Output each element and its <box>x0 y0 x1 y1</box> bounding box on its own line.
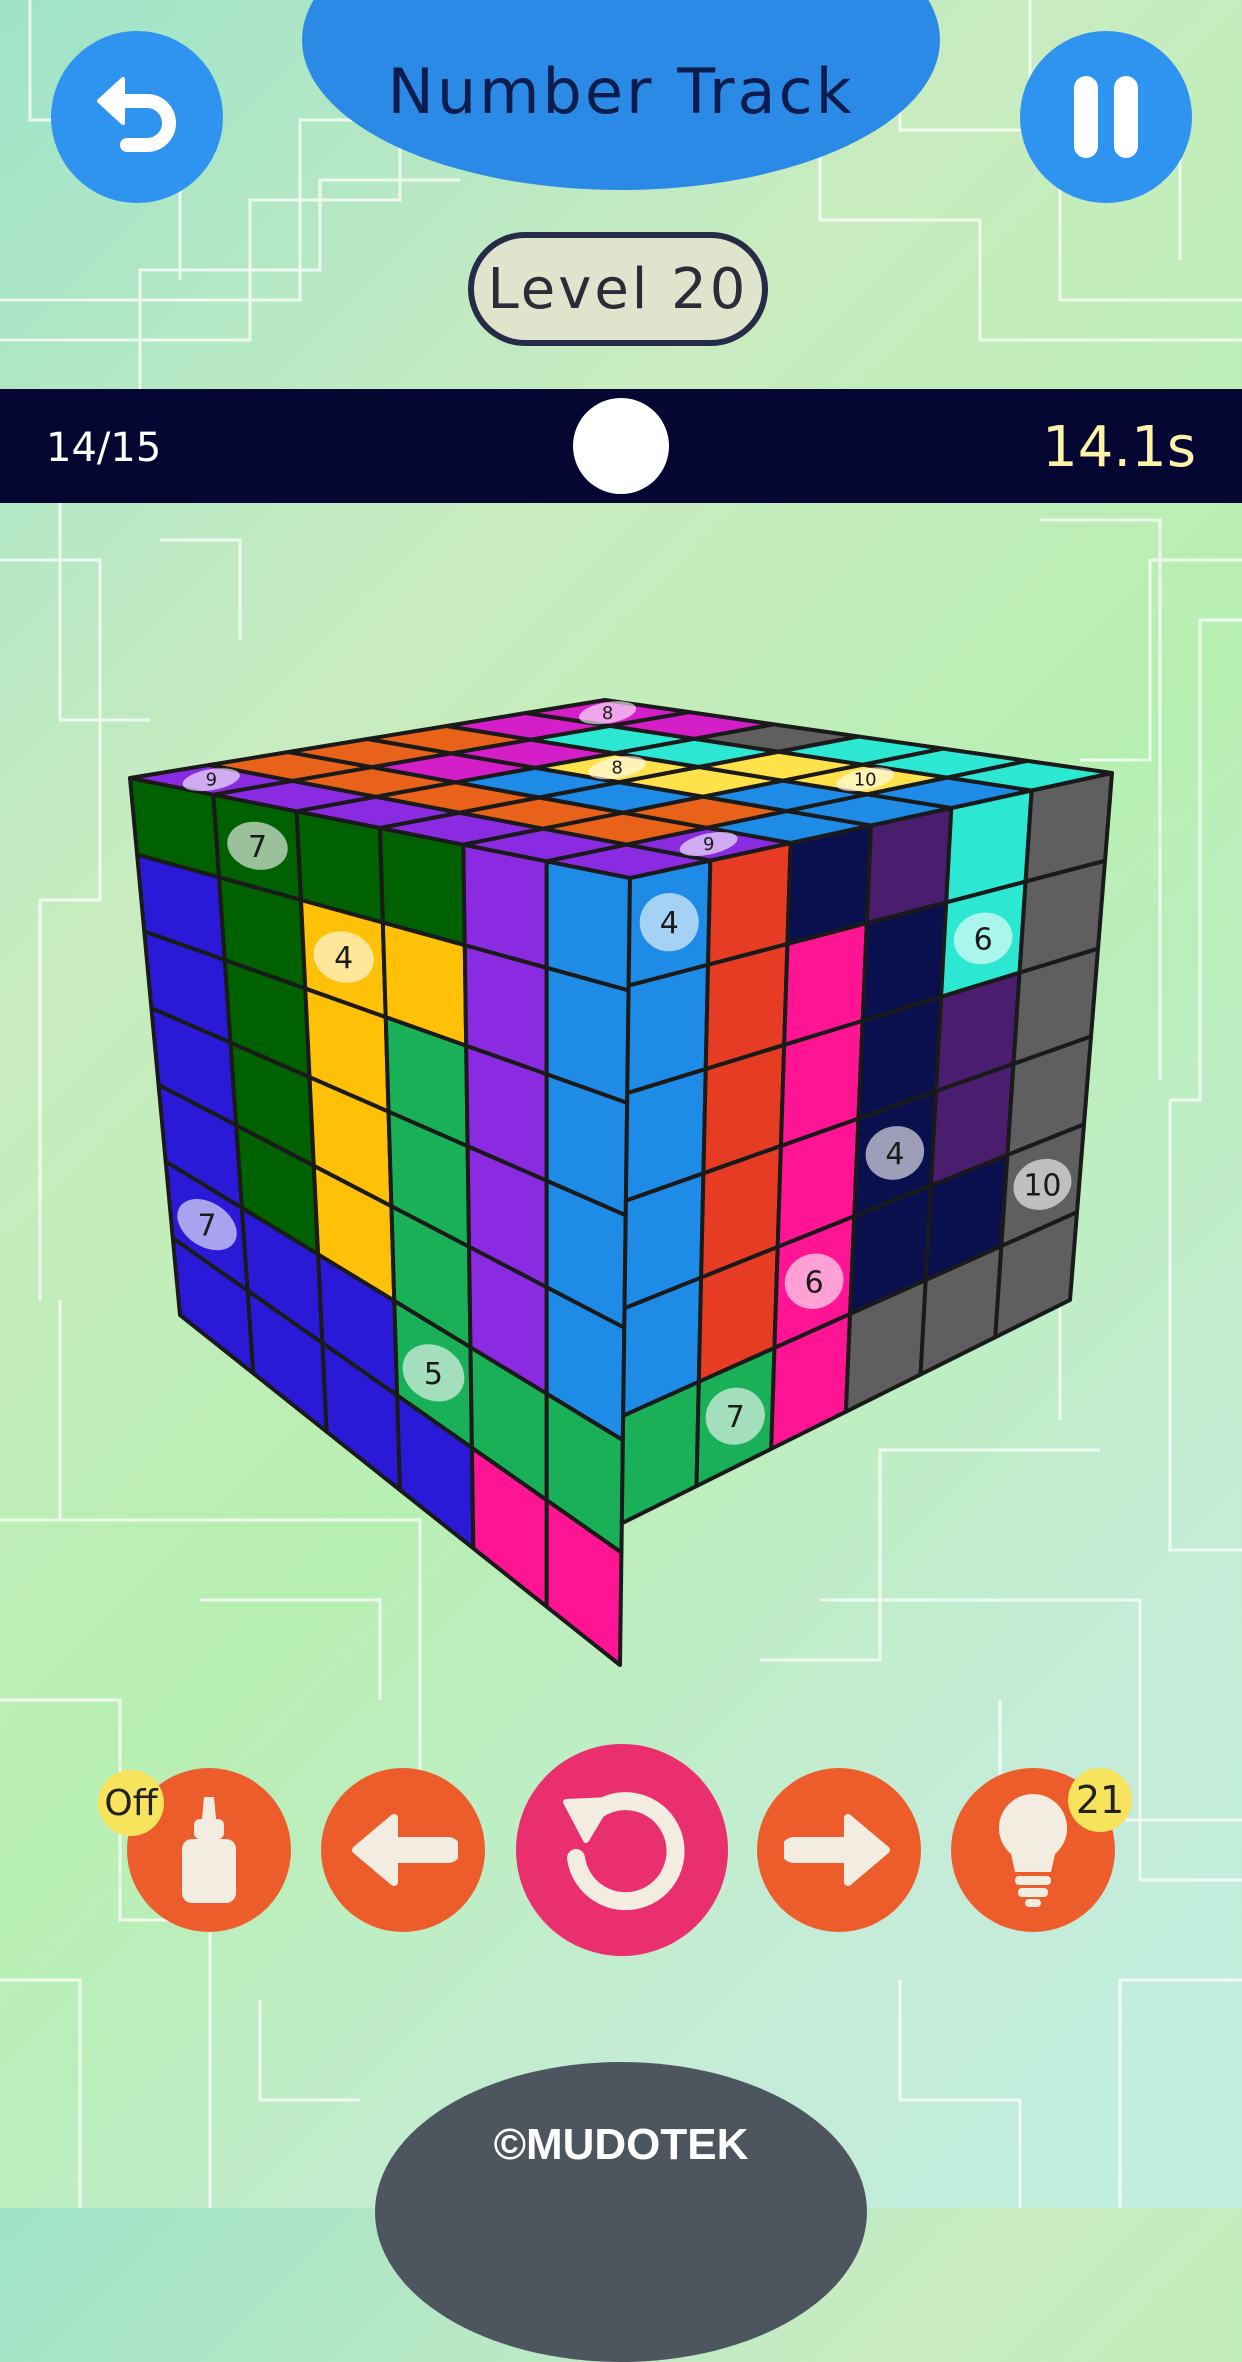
hint-count-badge: 21 <box>1068 1768 1132 1832</box>
number-label: 6 <box>805 1265 824 1300</box>
arrow-right-icon <box>784 1814 890 1886</box>
cube-left-face[interactable]: 7 4 7 5 <box>128 776 632 1667</box>
rotate-reset-icon <box>563 1792 685 1911</box>
rotate-left-button[interactable] <box>321 1768 485 1932</box>
pause-icon <box>1074 76 1138 158</box>
reset-button[interactable] <box>516 1744 728 1956</box>
pause-button[interactable] <box>1020 31 1192 203</box>
lightbulb-icon <box>998 1793 1068 1907</box>
brand-copyright: ©MUDOTEK <box>493 2120 749 2169</box>
arrow-left-icon <box>352 1814 458 1886</box>
number-label: 4 <box>885 1137 904 1172</box>
back-button[interactable] <box>51 31 223 203</box>
status-bar: 14/15 14.1s <box>0 389 1242 503</box>
number-label: 7 <box>248 830 267 865</box>
puzzle-cube[interactable]: 7 4 7 5 4 6 4 6 10 7 9 9 10 8 8 <box>0 690 1242 1690</box>
number-label: 7 <box>197 1209 216 1244</box>
number-label: 9 <box>703 834 714 855</box>
number-label: 7 <box>726 1400 745 1435</box>
game-title: Number Track <box>387 55 855 128</box>
cube-right-face[interactable]: 4 6 4 6 10 7 <box>619 771 1114 1526</box>
number-label: 10 <box>854 769 877 790</box>
number-label: 9 <box>206 770 217 791</box>
number-label: 8 <box>602 703 613 724</box>
number-label: 6 <box>974 922 993 957</box>
number-label: 8 <box>611 758 622 779</box>
progress-counter: 14/15 <box>46 425 162 471</box>
progress-indicator-dot <box>573 398 669 494</box>
number-label: 5 <box>424 1357 443 1392</box>
number-label: 4 <box>660 906 679 941</box>
glue-status-badge: Off <box>98 1770 164 1836</box>
timer: 14.1s <box>1042 415 1196 480</box>
number-label: 10 <box>1023 1168 1061 1203</box>
number-label: 4 <box>334 941 353 976</box>
undo-arrow-icon <box>97 77 176 152</box>
level-badge: Level 20 <box>468 232 768 346</box>
rotate-right-button[interactable] <box>757 1768 921 1932</box>
glue-bottle-icon <box>182 1797 236 1903</box>
footer-banner <box>375 2062 867 2362</box>
